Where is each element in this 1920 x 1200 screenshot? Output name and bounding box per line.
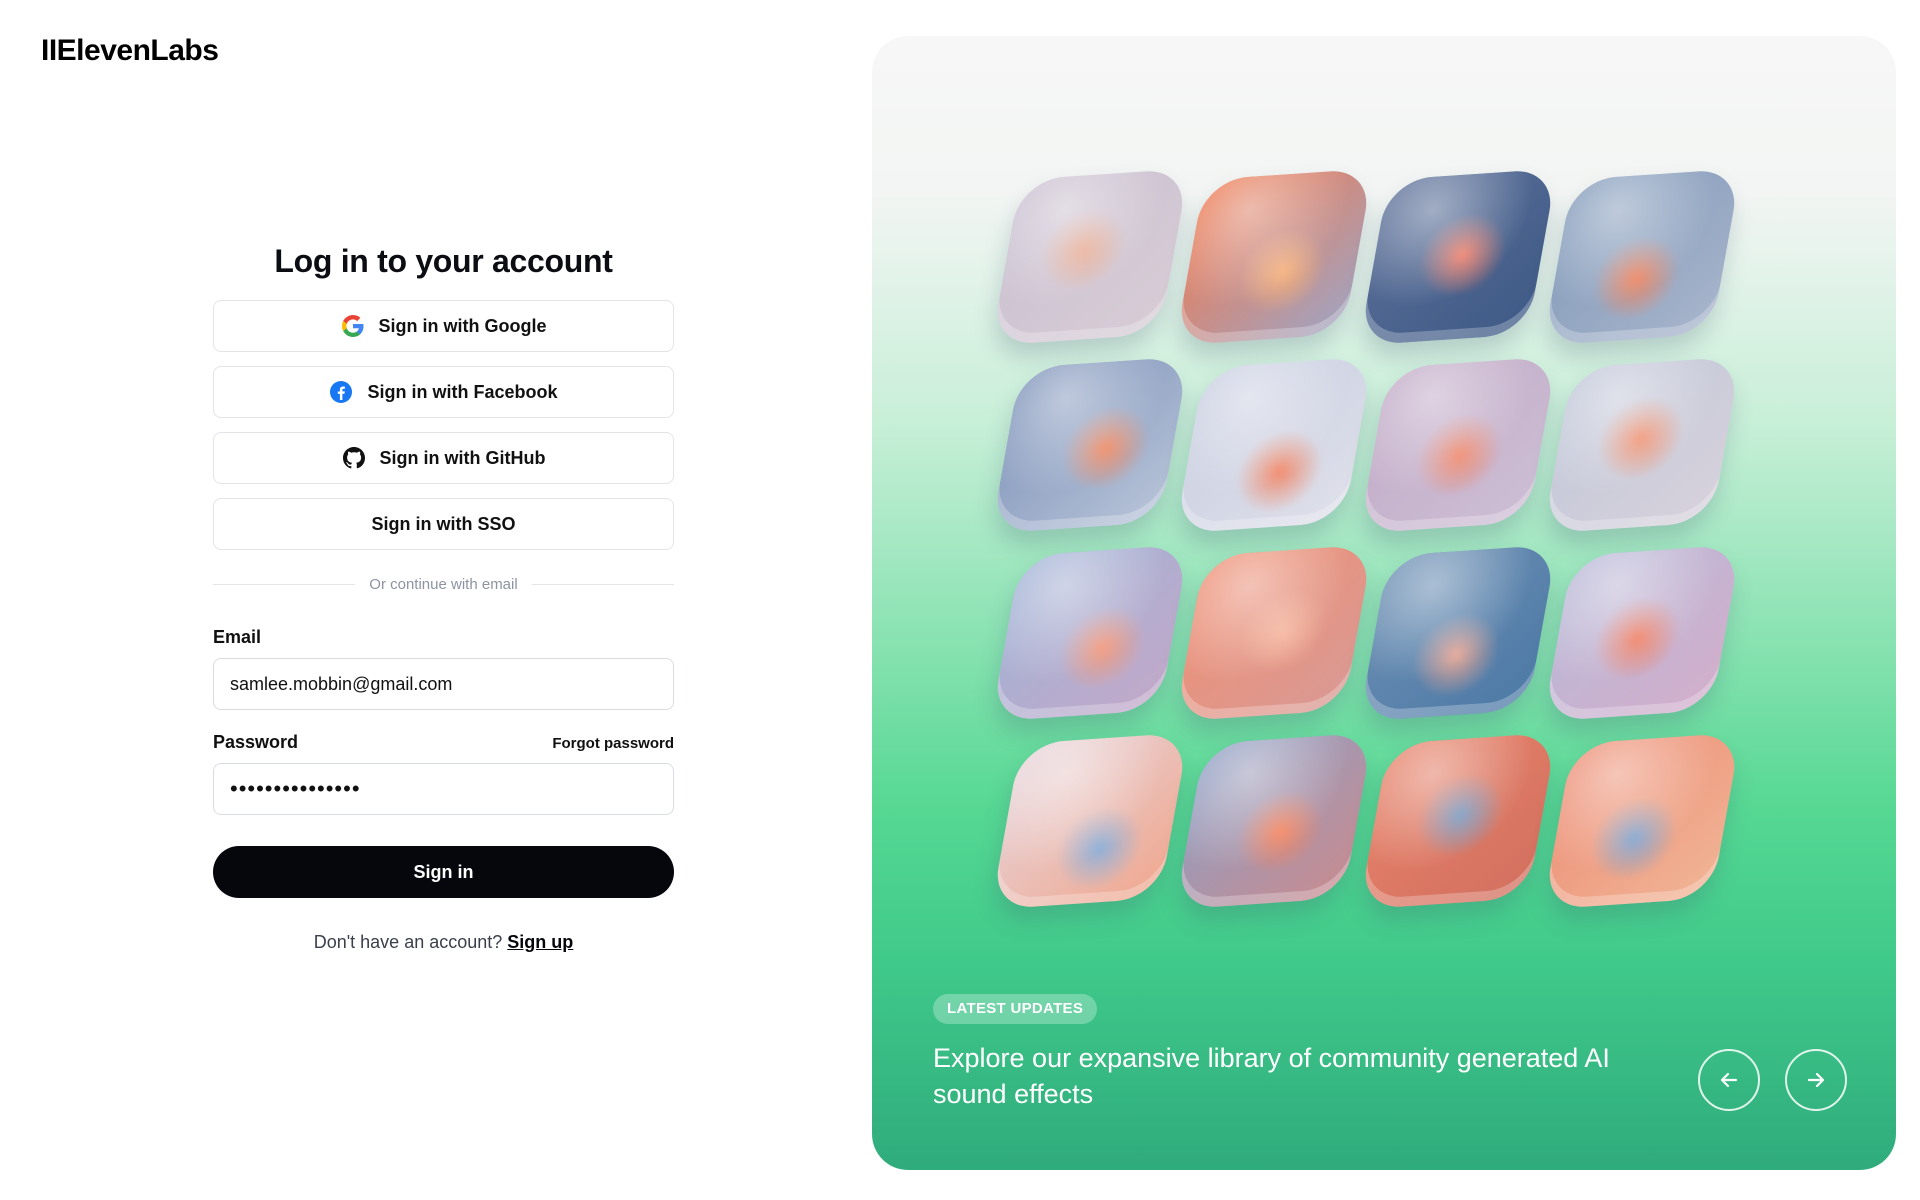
tile-highlight [1409,211,1516,298]
sign-in-button[interactable]: Sign in [213,846,674,898]
divider-text: Or continue with email [369,576,518,593]
github-icon [342,446,366,470]
carousel-next-button[interactable] [1785,1049,1847,1111]
or-continue-divider: Or continue with email [213,576,674,593]
tile-highlight [1049,604,1156,691]
sign-in-facebook-button[interactable]: Sign in with Facebook [213,366,674,418]
race-car-tile[interactable] [1542,356,1742,534]
ocean-wave-tile[interactable] [1358,544,1558,722]
sign-in-sso-label: Sign in with SSO [371,513,516,534]
sign-in-github-button[interactable]: Sign in with GitHub [213,432,674,484]
helicopter-tile[interactable] [1174,356,1374,534]
heart-tile[interactable] [1358,356,1558,534]
sound-effects-tile-grid [990,168,1742,910]
sign-in-google-label: Sign in with Google [378,315,547,336]
no-account-text: Don't have an account? [313,932,503,952]
sign-in-github-label: Sign in with GitHub [379,447,546,468]
forgot-password-link[interactable]: Forgot password [552,735,674,752]
tile-highlight [1403,611,1509,698]
password-label: Password [213,732,299,752]
rooster-tile[interactable] [990,168,1190,346]
divider-line-right [531,584,674,585]
rooster-splash-tile[interactable] [1542,544,1742,722]
login-form: Log in to your account Sign in with Goog… [213,230,674,953]
tile-highlight [1406,411,1513,498]
arrow-right-icon [1804,1068,1828,1092]
tile-highlight [1580,795,1687,882]
tile-highlight [1583,595,1690,682]
monster-mouth-tile[interactable] [1542,732,1742,910]
tile-highlight [1226,788,1333,875]
hero-panel: LATEST UPDATES Explore our expansive lib… [872,36,1896,1170]
email-field[interactable] [213,658,674,710]
tile-highlight [1225,428,1332,515]
tile-highlight [1586,395,1693,482]
tile-highlight [1582,235,1689,322]
newtons-cradle-tile[interactable] [990,356,1190,534]
password-label-row: Password Forgot password [213,732,674,763]
tile-highlight [1407,771,1513,858]
page-title: Log in to your account [274,243,613,279]
password-field[interactable] [213,763,674,815]
spring-tile[interactable] [990,544,1190,722]
elevenlabs-logo[interactable]: IIElevenLabs [41,34,219,68]
arrow-left-icon [1717,1068,1741,1092]
sign-in-facebook-label: Sign in with Facebook [367,381,558,402]
facebook-icon [329,380,353,404]
divider-line-left [213,584,356,585]
tile-highlight [1030,206,1137,293]
tile-highlight [1046,804,1153,891]
alarm-clock-tile[interactable] [1174,544,1374,722]
tile-highlight [1229,228,1335,315]
carousel-prev-button[interactable] [1698,1049,1760,1111]
explosion-tile[interactable] [1174,168,1374,346]
sign-in-sso-button[interactable]: Sign in with SSO [213,498,674,550]
sign-up-link[interactable]: Sign up [507,932,573,952]
google-icon [341,314,365,338]
tile-highlight [1052,404,1159,491]
footprints-tile[interactable] [1542,168,1742,346]
fireworks-tile[interactable] [1358,168,1558,346]
boxer-tile[interactable] [1358,732,1558,910]
tile-highlight [1229,588,1336,675]
latest-updates-badge: LATEST UPDATES [933,994,1098,1024]
phone-tile[interactable] [990,732,1190,910]
hero-caption: Explore our expansive library of communi… [933,1043,1610,1109]
sign-in-google-button[interactable]: Sign in with Google [213,300,674,352]
signup-prompt: Don't have an account? Sign up [213,932,674,953]
email-label: Email [213,627,262,647]
car-crash-tile[interactable] [1174,732,1374,910]
